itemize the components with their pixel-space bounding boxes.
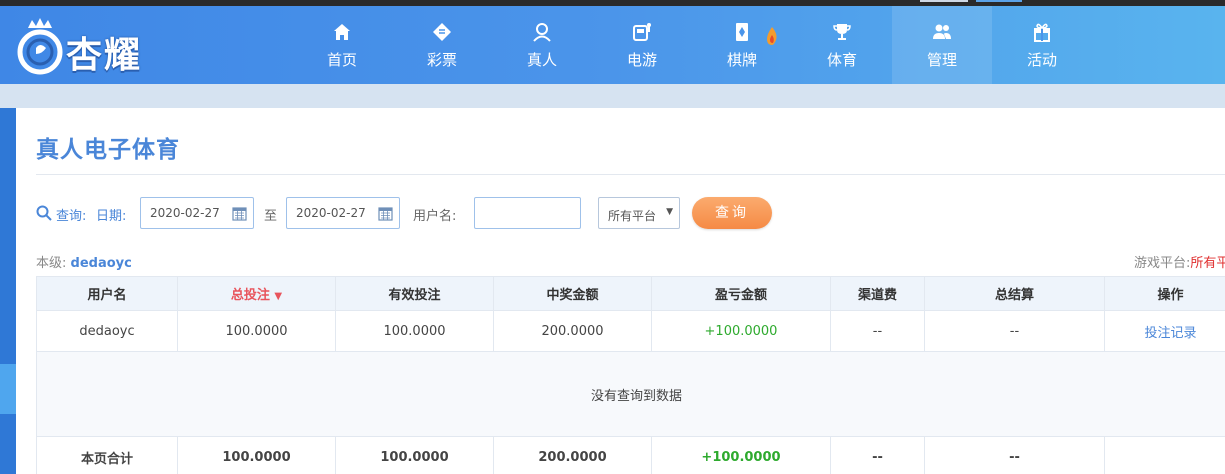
report-table: 用户名 总投注 ▼ 有效投注 中奖金额 盈亏金额 渠道费 总结算 操作 deda… [36,276,1225,474]
top-strip-tab [920,0,968,2]
calendar-icon[interactable] [378,206,393,221]
search-bar: 查询: 日期: 2020-02-27 至 2020-02-27 用户名: 所有平… [34,197,1225,229]
cell-winnings: 200.0000 [493,310,652,352]
platform-select-value: 所有平台 [608,209,657,223]
search-icon [36,205,52,221]
date-from-input[interactable]: 2020-02-27 [140,197,254,229]
summary-total-settlement: -- [924,436,1105,474]
col-header-winnings: 中奖金额 [493,276,652,311]
col-header-total-bet-label: 总投注 [230,288,270,303]
bet-record-link[interactable]: 投注记录 [1144,326,1196,341]
date-range-to-label: 至 [264,209,278,224]
col-header-username: 用户名 [36,276,178,311]
nav-label-lottery: 彩票 [426,51,457,69]
cell-username: dedaoyc [36,310,178,352]
dropdown-arrow-icon: ▼ [666,207,673,217]
col-header-valid-bet: 有效投注 [335,276,494,311]
nav-item-sports[interactable]: 体育 [792,6,892,84]
query-button[interactable]: 查询 [692,197,772,229]
sort-desc-icon: ▼ [274,291,283,302]
trophy-icon [833,24,851,40]
nav-label-sports: 体育 [826,51,857,69]
summary-row: 本页合计 100.0000 100.0000 200.0000 +100.000… [36,436,1225,474]
summary-profit-loss: +100.0000 [651,436,831,474]
cell-action: 投注记录 [1104,310,1225,352]
sub-header-band [0,84,1225,108]
date-to-value: 2020-02-27 [296,206,366,220]
cell-total-bet: 100.0000 [177,310,336,352]
query-label: 查询: [56,209,87,224]
brand-logo[interactable]: 杏耀 [14,14,164,80]
summary-label: 本页合计 [36,436,178,474]
lottery-ticket-icon [433,23,451,41]
summary-channel-fee: -- [830,436,925,474]
users-icon [933,24,951,39]
title-divider [36,174,1225,175]
table-row: dedaoyc 100.0000 100.0000 200.0000 +100.… [36,310,1225,352]
platform-select[interactable]: 所有平台 ▼ [598,197,680,229]
username-label: 用户名: [413,209,457,224]
nav-label-cards: 棋牌 [726,51,757,69]
date-label: 日期: [96,209,127,224]
empty-row: 没有查询到数据 [36,351,1225,437]
level-username: dedaoyc [70,256,132,271]
summary-winnings: 200.0000 [493,436,652,474]
calendar-icon[interactable] [232,206,247,221]
nav-item-lottery[interactable]: 彩票 [392,6,492,84]
nav-label-events: 活动 [1026,51,1057,69]
level-label: 本级: [36,256,67,271]
top-header: 杏耀 首页 彩票 真人 电游 棋牌 体育 管理 活动 [0,6,1225,84]
cell-profit-loss: +100.0000 [651,310,831,352]
game-platform-info: 游戏平台:所有平 [1134,252,1225,271]
date-to-input[interactable]: 2020-02-27 [286,197,400,229]
summary-action [1104,436,1225,474]
nav-item-live[interactable]: 真人 [492,6,592,84]
platform-info-value: 所有平 [1190,256,1225,271]
left-rail-tab[interactable] [0,364,16,414]
summary-valid-bet: 100.0000 [335,436,494,474]
nav-item-slots[interactable]: 电游 [592,6,692,84]
nav-label-home: 首页 [326,51,357,69]
platform-info-label: 游戏平台: [1134,256,1191,271]
username-input[interactable] [474,197,581,229]
hot-flame-icon [767,27,777,45]
nav-item-manage[interactable]: 管理 [892,6,992,84]
nav-label-manage: 管理 [926,51,957,69]
nav-item-home[interactable]: 首页 [292,6,392,84]
col-header-total-bet[interactable]: 总投注 ▼ [177,276,336,311]
cell-valid-bet: 100.0000 [335,310,494,352]
home-icon [334,24,350,40]
main-nav: 首页 彩票 真人 电游 棋牌 体育 管理 活动 [292,6,1092,84]
col-header-total-settlement: 总结算 [924,276,1105,311]
person-icon [533,23,551,42]
current-level: 本级: dedaoyc [36,252,132,271]
cell-total-settlement: -- [924,310,1105,352]
summary-total-bet: 100.0000 [177,436,336,474]
nav-label-slots: 电游 [626,51,657,69]
col-header-channel-fee: 渠道费 [830,276,925,311]
nav-item-events[interactable]: 活动 [992,6,1092,84]
brand-name: 杏耀 [66,35,143,76]
col-header-action: 操作 [1104,276,1225,311]
table-header-row: 用户名 总投注 ▼ 有效投注 中奖金额 盈亏金额 渠道费 总结算 操作 [36,276,1225,311]
date-from-value: 2020-02-27 [150,206,220,220]
nav-label-live: 真人 [526,51,557,69]
cell-channel-fee: -- [830,310,925,352]
slot-machine-icon [633,23,651,41]
left-side-rail [0,108,16,474]
gift-icon [1034,23,1050,42]
nav-item-cards[interactable]: 棋牌 [692,6,792,84]
col-header-profit-loss: 盈亏金额 [651,276,831,311]
top-strip-tab-active [976,0,1022,2]
logo-emblem-icon [17,18,63,75]
empty-message: 没有查询到数据 [36,351,1225,437]
content-panel: 真人电子体育 查询: 日期: 2020-02-27 至 2020-02-27 用… [16,108,1225,474]
page-title: 真人电子体育 [36,137,180,163]
playing-card-icon [736,23,748,41]
